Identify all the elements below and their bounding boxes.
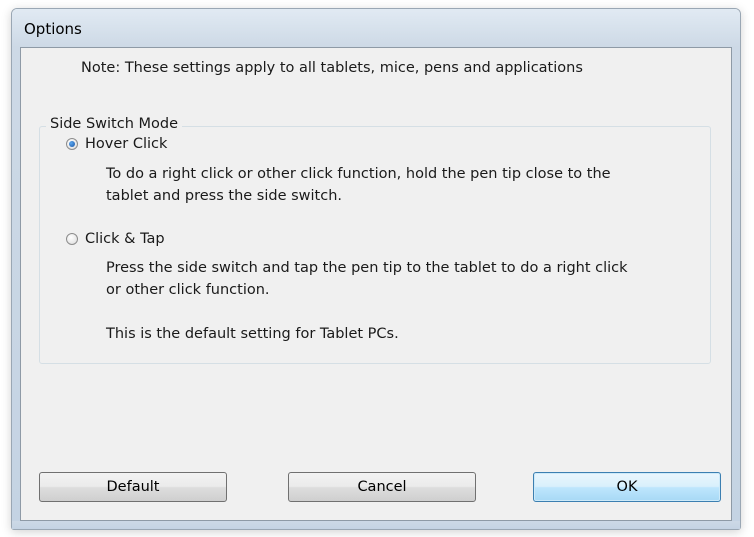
ok-button[interactable]: OK <box>533 472 721 502</box>
radio-click-and-tap[interactable]: Click & Tap <box>66 231 165 247</box>
title-bar[interactable]: Options <box>12 9 740 47</box>
radio-label-hover-click[interactable]: Hover Click <box>85 136 167 152</box>
hover-click-description-line-1: To do a right click or other click funct… <box>106 166 611 182</box>
radio-hover-click[interactable]: Hover Click <box>66 136 167 152</box>
window-frame-right <box>732 47 740 529</box>
click-and-tap-description-line-2: or other click function. <box>106 282 270 298</box>
group-title: Side Switch Mode <box>46 116 183 132</box>
click-and-tap-description-line-3: This is the default setting for Tablet P… <box>106 326 399 342</box>
radio-button-icon[interactable] <box>66 233 78 245</box>
click-and-tap-description-line-1: Press the side switch and tap the pen ti… <box>106 260 628 276</box>
radio-label-click-and-tap[interactable]: Click & Tap <box>85 231 165 247</box>
window-frame-left <box>12 47 20 529</box>
side-switch-mode-group: Side Switch Mode Hover Click To do a rig… <box>39 116 711 364</box>
window-title: Options <box>24 20 82 38</box>
settings-note: Note: These settings apply to all tablet… <box>81 60 583 76</box>
dialog-content: Note: These settings apply to all tablet… <box>20 47 732 521</box>
default-button[interactable]: Default <box>39 472 227 502</box>
window-frame-bottom <box>12 521 740 529</box>
radio-button-icon[interactable] <box>66 138 78 150</box>
hover-click-description-line-2: tablet and press the side switch. <box>106 188 343 204</box>
cancel-button[interactable]: Cancel <box>288 472 476 502</box>
options-dialog: Options Note: These settings apply to al… <box>11 8 741 530</box>
